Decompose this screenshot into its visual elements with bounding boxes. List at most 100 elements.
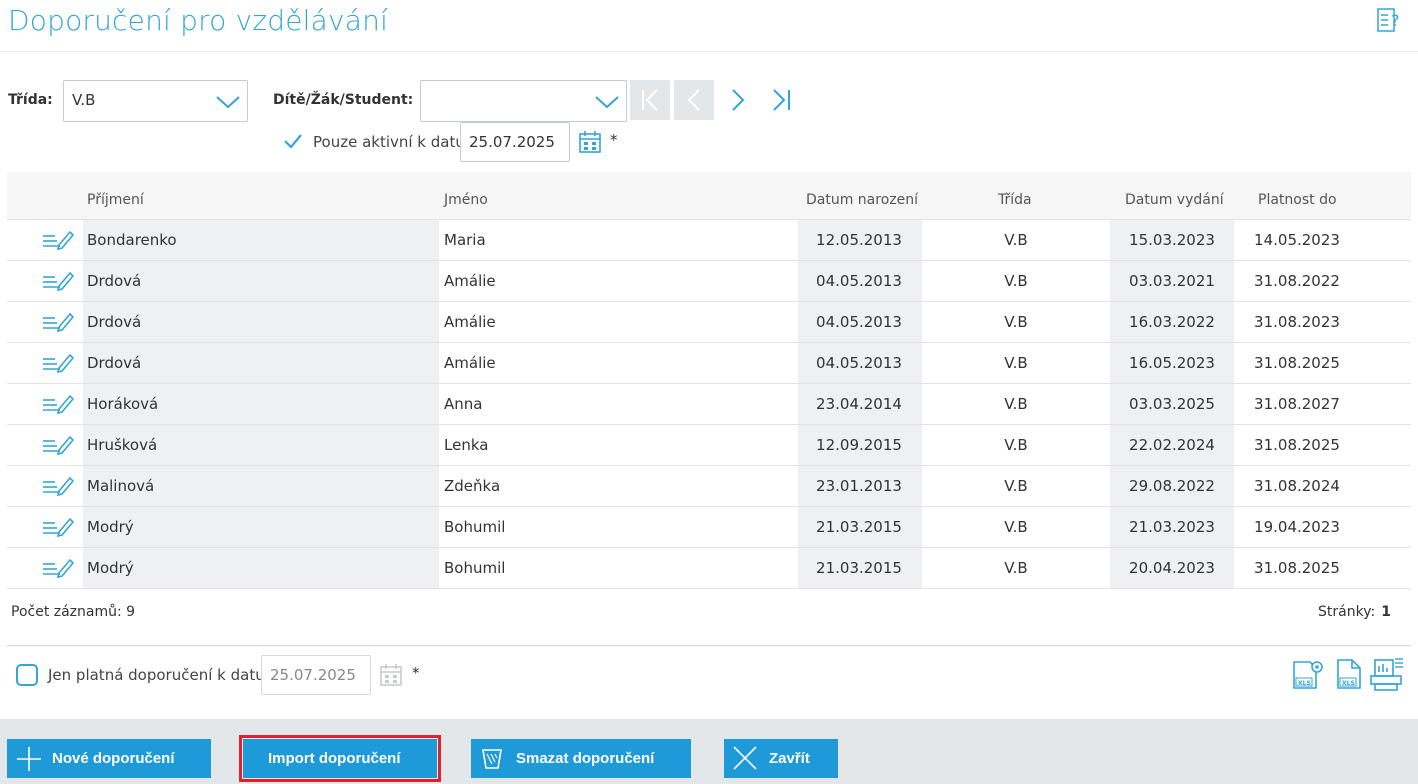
cell-issue-date: 15.03.2023 (1129, 231, 1215, 249)
cell-class: V.B (1004, 436, 1028, 454)
cell-surname: Modrý (87, 518, 134, 536)
cell-class: V.B (1004, 354, 1028, 372)
xls-export-icon[interactable]: XLS (1332, 656, 1368, 692)
active-checkbox[interactable] (283, 131, 303, 151)
cell-issue-date: 03.03.2025 (1129, 395, 1215, 413)
edit-icon[interactable] (42, 474, 75, 498)
table-row[interactable]: Drdová Amálie 04.05.2013 V.B 16.05.2023 31.08… (7, 343, 1411, 384)
table-row[interactable]: Horáková Anna 23.04.2014 V.B 03.03.2025 31.08… (7, 384, 1411, 425)
cell-birthdate: 04.05.2013 (816, 313, 902, 331)
edit-icon[interactable] (42, 228, 75, 252)
cell-valid-until: 19.04.2023 (1254, 518, 1340, 536)
cell-valid-until: 31.08.2024 (1254, 477, 1340, 495)
cell-firstname: Bohumil (444, 518, 506, 536)
table-row[interactable]: Hrušková Lenka 12.09.2015 V.B 22.02.2024 31.0… (7, 425, 1411, 466)
cell-firstname: Amálie (444, 354, 496, 372)
edit-icon[interactable] (42, 556, 75, 580)
cell-birthdate: 04.05.2013 (816, 354, 902, 372)
cell-background (83, 548, 439, 588)
cell-issue-date: 20.04.2023 (1129, 559, 1215, 577)
column-header-firstname[interactable]: Jméno (444, 192, 488, 208)
student-select[interactable] (420, 80, 627, 122)
edit-icon[interactable] (42, 515, 75, 539)
cell-surname: Drdová (87, 272, 142, 290)
chevron-right-icon (732, 89, 745, 111)
next-record-button[interactable] (718, 80, 758, 120)
required-asterisk: * (610, 131, 618, 149)
last-record-button[interactable] (762, 80, 802, 120)
cell-surname: Modrý (87, 559, 134, 577)
calendar-icon[interactable] (379, 663, 403, 687)
cell-class: V.B (1004, 272, 1028, 290)
valid-only-label: Jen platná doporučení k datu (48, 666, 265, 684)
page-number[interactable]: 1 (1381, 604, 1391, 620)
calendar-icon[interactable] (578, 130, 602, 154)
cell-valid-until: 31.08.2023 (1254, 313, 1340, 331)
svg-text:XLS: XLS (1342, 680, 1355, 687)
edit-icon[interactable] (42, 433, 75, 457)
cell-valid-until: 31.08.2022 (1254, 272, 1340, 290)
column-header-birthdate[interactable]: Datum narození (806, 192, 918, 208)
cell-valid-until: 31.08.2025 (1254, 559, 1340, 577)
cell-valid-until: 31.08.2025 (1254, 354, 1340, 372)
cell-surname: Drdová (87, 313, 142, 331)
table-row[interactable]: Bondarenko Maria 12.05.2013 V.B 15.03.2023 14… (7, 220, 1411, 261)
valid-only-checkbox[interactable] (16, 664, 38, 686)
column-header-valid-until[interactable]: Platnost do (1258, 192, 1337, 208)
first-record-button[interactable] (630, 80, 670, 120)
cell-birthdate: 23.04.2014 (816, 395, 902, 413)
cell-birthdate: 23.01.2013 (816, 477, 902, 495)
svg-text:XLS: XLS (1298, 680, 1311, 687)
footer-bar (0, 719, 1418, 784)
column-header-surname[interactable]: Příjmení (87, 192, 144, 208)
cell-issue-date: 21.03.2023 (1129, 518, 1215, 536)
cell-firstname: Maria (444, 231, 486, 249)
table-row[interactable]: Malinová Zdeňka 23.01.2013 V.B 29.08.2022 31.… (7, 466, 1411, 507)
active-date-input[interactable]: 25.07.2025 (460, 122, 570, 162)
cell-issue-date: 29.08.2022 (1129, 477, 1215, 495)
cell-class: V.B (1004, 477, 1028, 495)
chevron-down-icon (216, 96, 240, 109)
trash-icon (482, 749, 502, 769)
close-icon (733, 746, 757, 770)
help-document-icon[interactable]: ? (1374, 6, 1402, 34)
column-header-class[interactable]: Třída (998, 192, 1032, 208)
close-label: Zavřít (769, 750, 810, 767)
edit-icon[interactable] (42, 310, 75, 334)
table-row[interactable]: Modrý Bohumil 21.03.2015 V.B 20.04.2023 31.08… (7, 548, 1411, 589)
previous-record-button[interactable] (674, 80, 714, 120)
cell-valid-until: 14.05.2023 (1254, 231, 1340, 249)
class-select-value: V.B (72, 91, 96, 109)
record-count: Počet záznamů: 9 (11, 604, 136, 620)
delete-recommendation-button[interactable]: Smazat doporučení (471, 739, 691, 778)
edit-icon[interactable] (42, 351, 75, 375)
new-recommendation-label: Nové doporučení (52, 750, 175, 767)
table-row[interactable]: Drdová Amálie 04.05.2013 V.B 16.03.2022 31.08… (7, 302, 1411, 343)
valid-date-input[interactable]: 25.07.2025 (261, 655, 371, 695)
import-recommendation-label: Import doporučení (268, 750, 401, 767)
import-recommendation-button[interactable]: Import doporučení (239, 735, 441, 782)
class-label: Třída: (8, 92, 53, 108)
cell-firstname: Amálie (444, 272, 496, 290)
plus-icon (17, 747, 41, 771)
cell-class: V.B (1004, 518, 1028, 536)
column-header-issue-date[interactable]: Datum vydání (1125, 192, 1224, 208)
cell-birthdate: 12.05.2013 (816, 231, 902, 249)
close-button[interactable]: Zavřít (724, 739, 838, 778)
last-icon (773, 89, 790, 111)
valid-date-value: 25.07.2025 (270, 666, 356, 684)
divider (7, 645, 1411, 646)
new-recommendation-button[interactable]: Nové doporučení (7, 739, 211, 778)
table-row[interactable]: Drdová Amálie 04.05.2013 V.B 03.03.2021 31.08… (7, 261, 1411, 302)
cell-surname: Hrušková (87, 436, 158, 454)
xls-settings-export-icon[interactable]: XLS (1290, 656, 1326, 692)
cell-firstname: Lenka (444, 436, 489, 454)
cell-birthdate: 21.03.2015 (816, 559, 902, 577)
class-select[interactable]: V.B (63, 80, 248, 122)
table-row[interactable]: Modrý Bohumil 21.03.2015 V.B 21.03.2023 19.04… (7, 507, 1411, 548)
edit-icon[interactable] (42, 392, 75, 416)
cell-surname: Horáková (87, 395, 159, 413)
page-header: Doporučení pro vzdělávání ? (0, 0, 1418, 52)
print-settings-icon[interactable] (1369, 656, 1405, 692)
edit-icon[interactable] (42, 269, 75, 293)
